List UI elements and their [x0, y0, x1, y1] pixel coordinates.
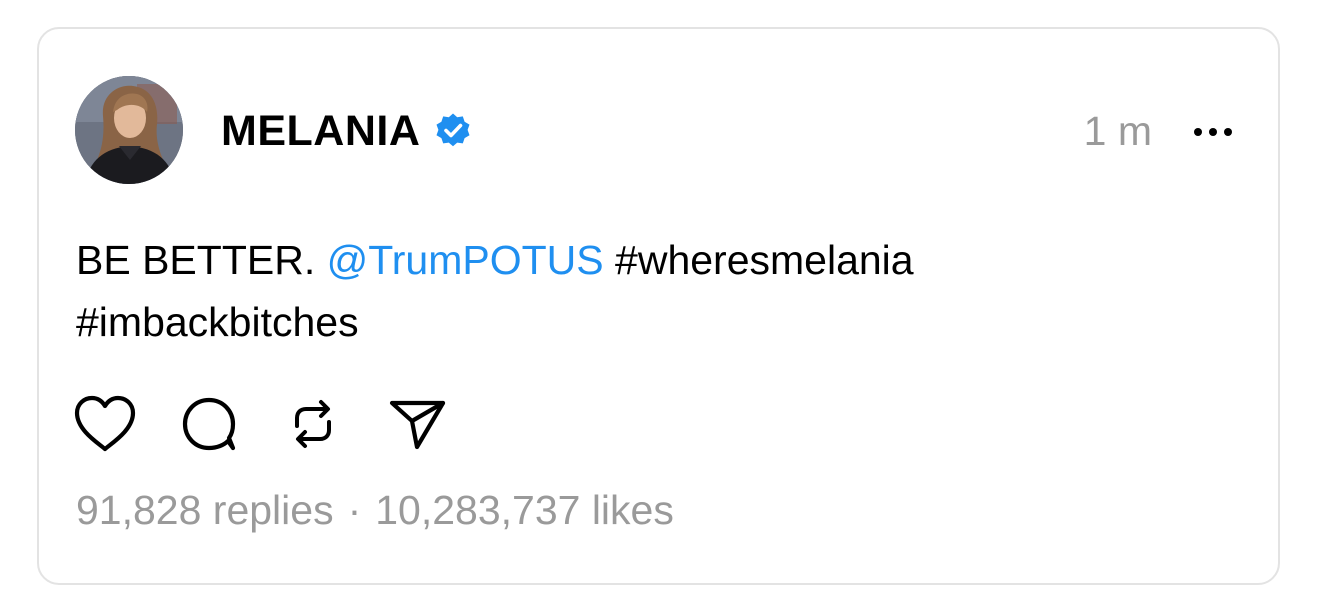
- heart-icon: [74, 395, 136, 452]
- post-body: BE BETTER. @TrumPOTUS #wheresmelania #im…: [76, 229, 1196, 353]
- mention-link[interactable]: @TrumPOTUS: [327, 237, 604, 283]
- author-row: MELANIA: [221, 103, 472, 159]
- post-card: MELANIA 1 m BE BETTER. @TrumPOTUS #where…: [37, 27, 1280, 585]
- hashtag-link[interactable]: #imbackbitches: [76, 299, 359, 345]
- post-timestamp: 1 m: [1083, 108, 1152, 154]
- comment-button[interactable]: [176, 393, 242, 455]
- replies-count[interactable]: 91,828 replies: [76, 487, 334, 533]
- stats-separator: ·: [347, 487, 362, 533]
- comment-icon: [182, 397, 236, 451]
- action-bar: [74, 393, 488, 455]
- verified-badge-icon: [434, 112, 472, 150]
- more-options-icon[interactable]: [1192, 115, 1234, 149]
- share-icon: [389, 400, 446, 450]
- likes-count[interactable]: 10,283,737 likes: [375, 487, 674, 533]
- avatar[interactable]: [75, 76, 183, 184]
- repost-icon: [295, 400, 331, 448]
- author-name[interactable]: MELANIA: [221, 107, 420, 156]
- post-stats: 91,828 replies · 10,283,737 likes: [76, 481, 674, 539]
- repost-button[interactable]: [280, 393, 346, 455]
- avatar-photo: [75, 76, 183, 184]
- post-text-prefix: BE BETTER.: [76, 237, 316, 283]
- share-button[interactable]: [384, 393, 450, 455]
- hashtag-link[interactable]: #wheresmelania: [615, 237, 914, 283]
- like-button[interactable]: [72, 393, 138, 455]
